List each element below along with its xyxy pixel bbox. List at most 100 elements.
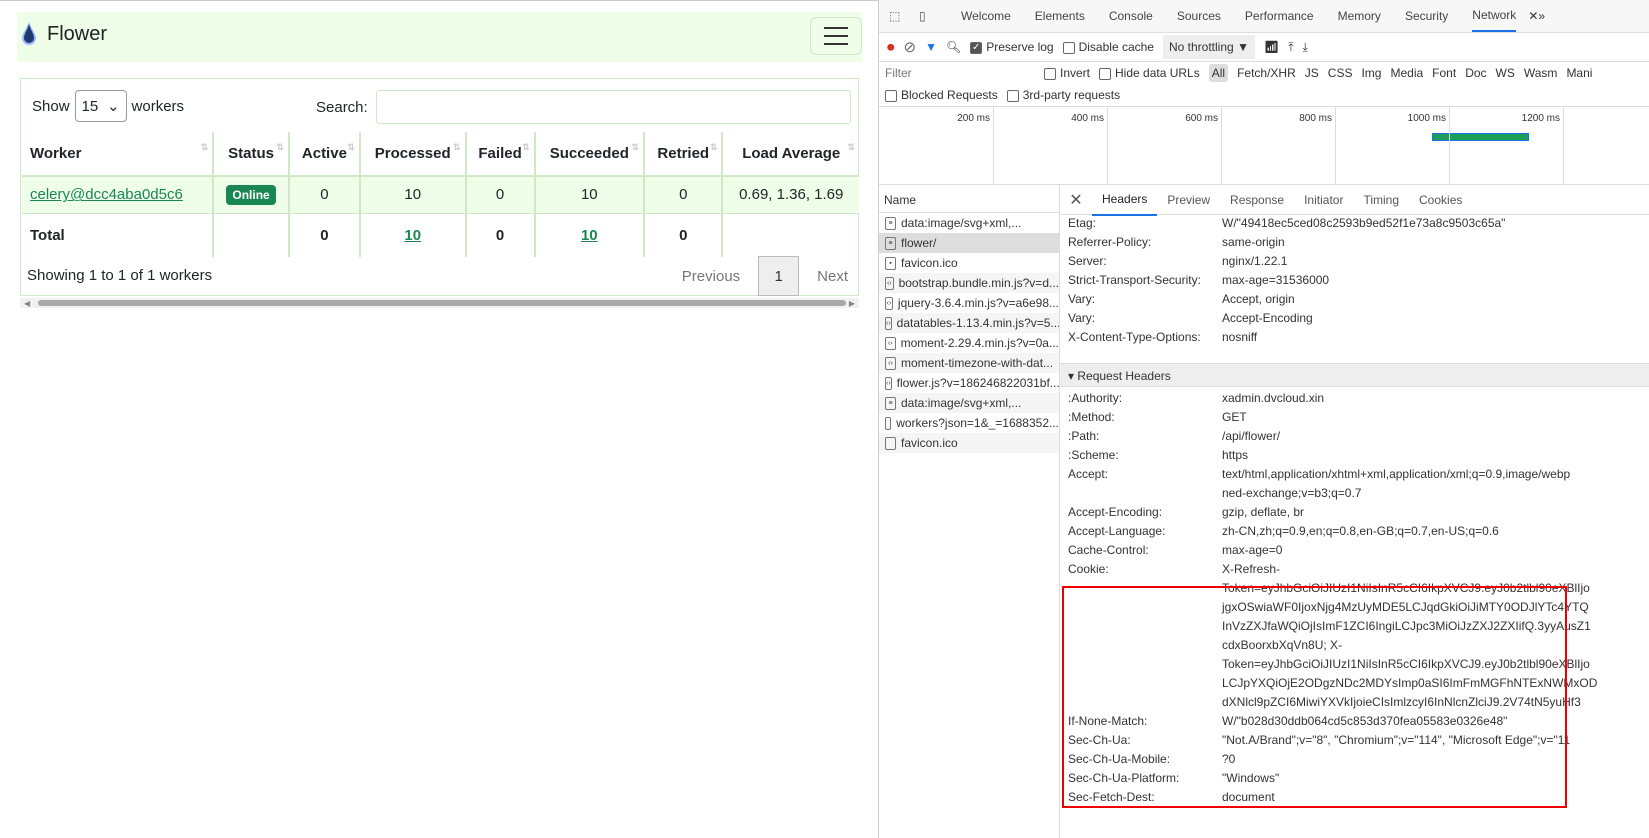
filter-input[interactable]: Filter (885, 66, 1035, 80)
preserve-log-checkbox[interactable]: ✓ Preserve log (970, 40, 1054, 54)
brand[interactable]: Flower (21, 22, 107, 46)
type-filter-img[interactable]: Img (1361, 66, 1381, 80)
header-value: /api/flower/ (1222, 429, 1280, 448)
page-1-button[interactable]: 1 (758, 256, 800, 296)
request-item[interactable]: ‹› datatables-1.13.4.min.js?v=5... (879, 313, 1059, 333)
header-row: X-Content-Type-Options: nosniff (1060, 330, 1649, 349)
tab-headers[interactable]: Headers (1092, 184, 1158, 216)
tab-welcome[interactable]: Welcome (961, 9, 1011, 23)
tab-memory[interactable]: Memory (1338, 9, 1381, 23)
doc-file-icon: ≡ (885, 216, 896, 230)
hide-data-urls-checkbox[interactable]: Hide data URLs (1099, 66, 1200, 80)
type-filter-all[interactable]: All (1208, 64, 1229, 82)
import-har-icon[interactable]: ⤒ (1288, 40, 1293, 55)
header-name: Accept-Encoding: (1068, 505, 1163, 519)
succeeded-cell: 10 (533, 176, 645, 214)
request-item[interactable]: ‹› flower.js?v=186246822031bf... (879, 373, 1059, 393)
filter-icon[interactable]: ▼ (925, 40, 937, 54)
throttling-select[interactable]: No throttling ▼ (1162, 35, 1255, 59)
column-header-processed[interactable]: Processed ⇅ (358, 132, 466, 177)
blocked-requests-checkbox[interactable]: Blocked Requests (885, 88, 998, 102)
tab-network[interactable]: Network (1472, 0, 1517, 32)
request-item[interactable]: ‹› moment-2.29.4.min.js?v=0a... (879, 333, 1059, 353)
device-toolbar-icon[interactable]: ▯ (919, 9, 941, 23)
column-header-active[interactable]: Active ⇅ (287, 132, 360, 177)
column-header-worker[interactable]: Worker ⇅ (22, 132, 214, 177)
request-item[interactable]: ‹› moment-timezone-with-dat... (879, 353, 1059, 373)
network-conditions-icon[interactable]: 📶︎ (1264, 40, 1279, 54)
tab-preview[interactable]: Preview (1157, 185, 1220, 215)
timeline-tick: 400 ms (1071, 107, 1108, 185)
type-filter-ws[interactable]: WS (1496, 66, 1515, 80)
scroll-left-icon[interactable]: ◀ (24, 299, 30, 308)
total-label: Total (30, 226, 65, 244)
request-item[interactable]: ≡ data:image/svg+xml,... (879, 393, 1059, 413)
type-filter-fetch-xhr[interactable]: Fetch/XHR (1237, 66, 1296, 80)
tab-security[interactable]: Security (1405, 9, 1448, 23)
previous-button[interactable]: Previous (682, 268, 740, 285)
clear-icon[interactable]: ⊘ (904, 38, 917, 56)
header-value: max-age=0 (1222, 543, 1282, 562)
request-item[interactable]: ≡ flower/ (879, 233, 1059, 253)
total-succeeded-link[interactable]: 10 (581, 227, 598, 244)
close-icon[interactable]: ✕ (1060, 190, 1092, 210)
worker-link[interactable]: celery@dcc4aba0d5c6 (30, 186, 183, 203)
script-file-icon: ‹› (885, 276, 894, 290)
more-tabs-icon[interactable]: » (1538, 9, 1545, 23)
tab-console[interactable]: Console (1109, 9, 1153, 23)
request-item[interactable]: ▪ favicon.ico (879, 253, 1059, 273)
total-active: 0 (287, 213, 360, 257)
tab-sources[interactable]: Sources (1177, 9, 1221, 23)
horizontal-scrollbar[interactable]: ◀ ▶ (20, 298, 859, 308)
request-item[interactable]: ‹› jquery-3.6.4.min.js?v=a6e98... (879, 293, 1059, 313)
type-filter-js[interactable]: JS (1305, 66, 1319, 80)
scroll-right-icon[interactable]: ▶ (849, 299, 855, 308)
header-name: Server: (1068, 254, 1107, 268)
disable-cache-checkbox[interactable]: Disable cache (1062, 40, 1154, 54)
type-filter-mani[interactable]: Mani (1566, 66, 1592, 80)
total-processed-link[interactable]: 10 (404, 227, 421, 244)
request-headers-section[interactable]: ▾ Request Headers (1060, 363, 1649, 387)
timeline-bar (1432, 133, 1529, 141)
third-party-checkbox[interactable]: 3rd-party requests (1006, 88, 1120, 102)
column-header-status[interactable]: Status ⇅ (212, 132, 289, 177)
name-column-header[interactable]: Name (879, 185, 1059, 213)
inspect-icon[interactable]: ⬚ (889, 9, 911, 23)
export-har-icon[interactable]: ⤓ (1303, 40, 1308, 55)
tab-cookies[interactable]: Cookies (1409, 185, 1472, 215)
header-value: nosniff (1222, 330, 1257, 349)
column-header-load-average[interactable]: Load Average ⇅ (721, 132, 859, 177)
menu-toggle-button[interactable] (810, 17, 862, 55)
invert-checkbox[interactable]: Invert (1044, 66, 1090, 80)
close-tab-icon[interactable]: ✕ (1528, 9, 1538, 23)
type-filter-css[interactable]: CSS (1328, 66, 1353, 80)
tab-initiator[interactable]: Initiator (1294, 185, 1353, 215)
load-average-cell: 0.69, 1.36, 1.69 (721, 176, 859, 214)
type-filter-wasm[interactable]: Wasm (1524, 66, 1558, 80)
network-overview-timeline[interactable]: 200 ms 400 ms 600 ms 800 ms 1000 ms 1200 ms (879, 106, 1649, 185)
next-button[interactable]: Next (817, 268, 848, 285)
request-item[interactable]: ‹› bootstrap.bundle.min.js?v=d... (879, 273, 1059, 293)
table-info: Showing 1 to 1 of 1 workers (27, 267, 213, 284)
record-stop-icon[interactable]: ⏺ (887, 39, 895, 56)
search-input[interactable] (375, 90, 851, 124)
column-header-failed[interactable]: Failed ⇅ (464, 132, 535, 177)
request-item[interactable]: ≡ data:image/svg+xml,... (879, 213, 1059, 233)
request-item[interactable]: workers?json=1&_=1688352... (879, 413, 1059, 433)
tab-elements[interactable]: Elements (1035, 9, 1085, 23)
column-header-succeeded[interactable]: Succeeded ⇅ (533, 132, 645, 177)
timeline-tick: 600 ms (1185, 107, 1222, 185)
tab-response[interactable]: Response (1220, 185, 1294, 215)
column-header-retried[interactable]: Retried ⇅ (643, 132, 723, 177)
tab-timing[interactable]: Timing (1353, 185, 1409, 215)
page-size-select[interactable]: 15 ⌄ (74, 90, 127, 122)
type-filter-font[interactable]: Font (1432, 66, 1456, 80)
table-row: celery@dcc4aba0d5c6 Online 0 10 0 10 0 0… (22, 176, 859, 214)
type-filter-media[interactable]: Media (1390, 66, 1423, 80)
type-filter-doc[interactable]: Doc (1465, 66, 1486, 80)
search-icon[interactable]: 🔍︎ (946, 40, 961, 54)
request-item[interactable]: favicon.ico (879, 433, 1059, 453)
scrollbar-thumb[interactable] (38, 300, 846, 306)
tab-performance[interactable]: Performance (1245, 9, 1314, 23)
script-file-icon: ‹› (885, 356, 896, 370)
